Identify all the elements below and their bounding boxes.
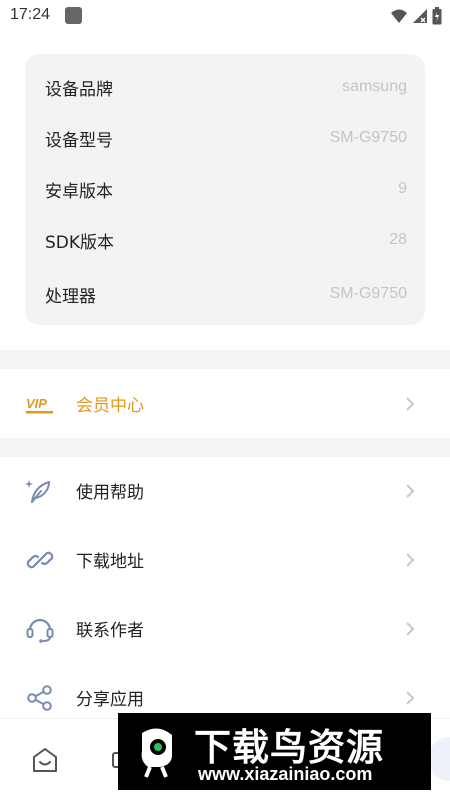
menu-label: 使用帮助: [76, 483, 144, 503]
home-icon[interactable]: [30, 745, 60, 775]
device-info-card: 设备品牌 samsung 设备型号 SM-G9750 安卓版本 9 SDK版本 …: [25, 54, 425, 325]
info-value: samsung: [342, 78, 407, 95]
feather-icon: [25, 480, 50, 503]
battery-icon: [432, 7, 442, 25]
vip-badge-text: VIP: [26, 396, 47, 411]
info-value: 9: [398, 180, 407, 197]
wifi-icon: [391, 9, 407, 23]
status-bar: 17:24: [0, 0, 450, 32]
info-value: SM-G9750: [329, 285, 407, 302]
app-notification-icon: [65, 7, 82, 24]
status-time: 17:24: [10, 6, 51, 23]
watermark-banner: 下载鸟资源 www.xiazainiao.com: [118, 713, 431, 790]
menu-label: 分享应用: [76, 690, 144, 710]
vip-center-item[interactable]: VIP 会员中心: [0, 374, 450, 434]
info-label: 处理器: [45, 286, 96, 307]
section-divider: [0, 438, 450, 457]
chevron-right-icon: [406, 553, 415, 567]
nav-right-button[interactable]: [428, 737, 450, 781]
status-icons: [390, 5, 442, 27]
menu-label: 联系作者: [76, 621, 144, 641]
menu-label: 下载地址: [76, 552, 144, 572]
chevron-right-icon: [406, 484, 415, 498]
watermark-url: www.xiazainiao.com: [198, 764, 373, 784]
section-divider: [0, 350, 450, 369]
info-row-model: 设备型号 SM-G9750: [45, 123, 407, 153]
vip-icon: VIP: [26, 396, 53, 414]
info-value: SM-G9750: [329, 129, 407, 146]
chevron-right-icon: [406, 691, 415, 705]
info-row-sdk-version: SDK版本 28: [45, 225, 407, 255]
menu-item-help[interactable]: 使用帮助: [0, 461, 450, 521]
chevron-right-icon: [406, 397, 415, 411]
bird-logo-icon: [141, 728, 172, 778]
info-row-android-version: 安卓版本 9: [45, 174, 407, 204]
menu-item-download-address[interactable]: 下载地址: [0, 530, 450, 590]
info-label: SDK版本: [45, 232, 115, 253]
menu-item-contact-author[interactable]: 联系作者: [0, 599, 450, 659]
vip-center-label: 会员中心: [76, 396, 144, 416]
info-label: 安卓版本: [45, 181, 113, 202]
chevron-right-icon: [406, 622, 415, 636]
link-icon: [26, 551, 54, 569]
info-row-processor: 处理器 SM-G9750: [45, 279, 407, 309]
share-icon: [27, 685, 52, 711]
info-row-brand: 设备品牌 samsung: [45, 72, 407, 102]
info-value: 28: [389, 231, 407, 248]
info-label: 设备型号: [45, 130, 113, 151]
signal-icon: [413, 9, 427, 23]
info-label: 设备品牌: [45, 79, 113, 100]
headset-icon: [26, 618, 54, 643]
watermark-title: 下载鸟资源: [194, 726, 384, 769]
